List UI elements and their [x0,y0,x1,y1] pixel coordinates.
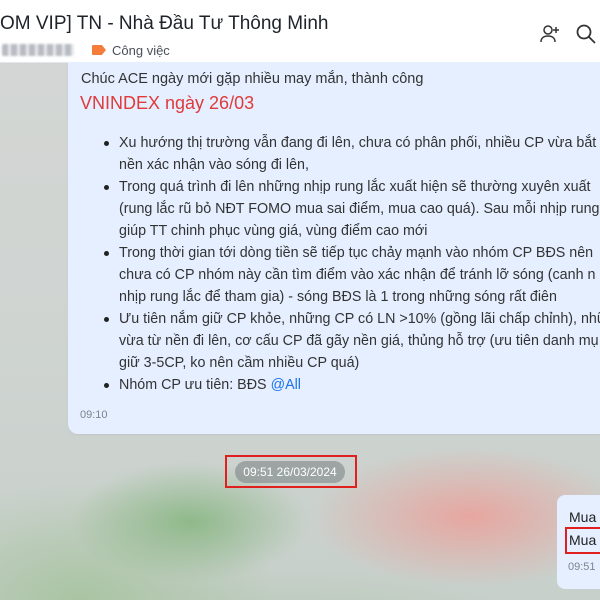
mua-highlight-box [565,527,600,554]
outgoing-text: Mua [569,509,597,525]
group-title[interactable]: OM VIP] TN - Nhà Đầu Tư Thông Minh [0,13,328,35]
date-highlight-box [225,455,357,488]
bullet-line: Nhóm CP ưu tiên: BĐS [119,377,267,393]
label-tag-icon [92,45,106,55]
bullet-line: Ưu tiên nắm giữ CP khỏe, những CP có LN … [119,311,600,327]
bullet-line: (rung lắc rũ bỏ NĐT FOMO mua sai điểm, m… [119,201,600,217]
mention-all-link[interactable]: @All [271,377,301,393]
bullet-line: Trong quá trình đi lên những nhịp rung l… [119,179,591,195]
bullet-line: chưa có CP nhóm này cần tìm điểm vào xác… [119,267,596,283]
category-label[interactable]: Công việc [112,43,170,58]
bullet-list: Xu hướng thị trường vẫn đang đi lên, chư… [68,132,600,396]
greeting-text: Chúc ACE ngày mới gặp nhiều may mắn, thà… [81,71,424,87]
message-timestamp: 09:10 [80,409,108,421]
chat-header: OM VIP] TN - Nhà Đầu Tư Thông Minh Công … [0,0,600,63]
bullet-line: vừa từ nền đi lên, cơ cấu CP đã gãy nền … [119,333,599,349]
add-member-icon[interactable] [539,23,561,45]
bullet-line: Xu hướng thị trường vẫn đang đi lên, chư… [119,135,597,151]
list-item: Xu hướng thị trường vẫn đang đi lên, chư… [68,132,600,176]
message-title: VNINDEX ngày 26/03 [80,93,255,113]
list-item: Nhóm CP ưu tiên: BĐS @All [68,374,600,396]
bullet-line: nền xác nhận vào sóng đi lên, [119,157,309,173]
outgoing-timestamp: 09:51 [568,561,596,573]
bullet-line: Trong thời gian tới dòng tiền sẽ tiếp tụ… [119,245,594,261]
bullet-line: nhịp rung lắc để tham gia) - sóng BĐS là… [119,289,557,305]
search-icon[interactable] [575,23,597,45]
list-item: Trong thời gian tới dòng tiền sẽ tiếp tụ… [68,242,600,308]
list-item: Ưu tiên nắm giữ CP khỏe, những CP có LN … [68,308,600,374]
group-subtitle: Công việc [0,41,170,59]
blurred-member-count [2,44,74,56]
message-card[interactable]: Chúc ACE ngày mới gặp nhiều may mắn, thà… [68,62,600,434]
list-item: Trong quá trình đi lên những nhịp rung l… [68,176,600,242]
bullet-line: giữ 3-5CP, ko nên cầm nhiều CP quá) [119,355,360,371]
bullet-line: giúp TT chinh phục vùng giá, vùng điểm c… [119,223,428,239]
